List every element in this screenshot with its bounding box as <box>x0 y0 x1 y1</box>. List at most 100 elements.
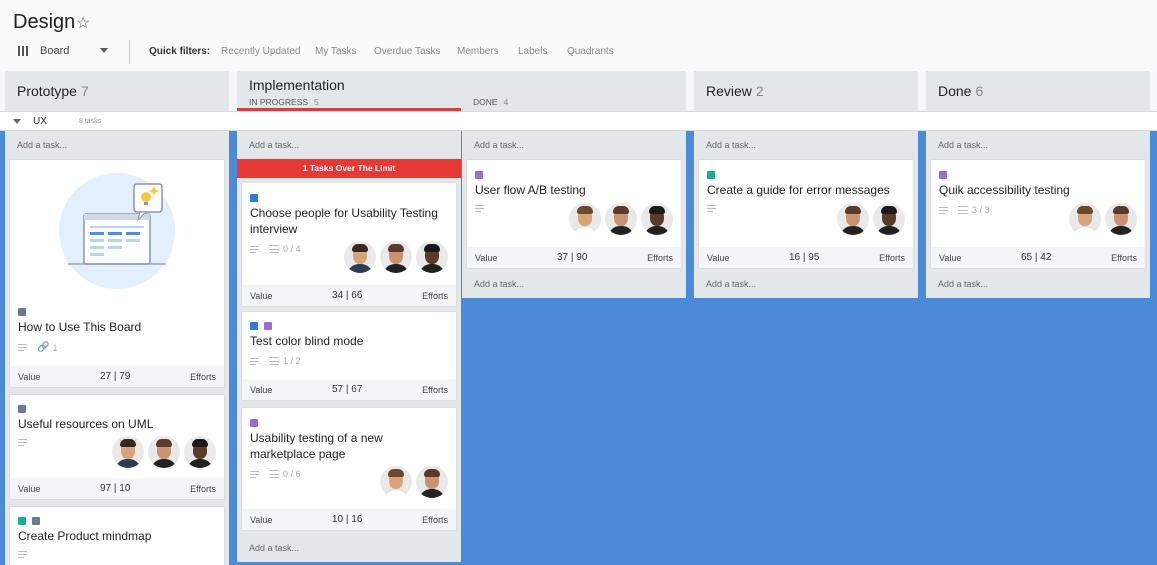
add-task-link[interactable]: Add a task... <box>249 140 299 150</box>
task-card-how-to[interactable]: How to Use This Board 🔗 1 Value 27 | 79 … <box>10 160 224 387</box>
view-select-label: Board <box>40 45 70 57</box>
value-label: Value <box>250 515 273 525</box>
column-name: Prototype <box>17 83 77 99</box>
add-task-link[interactable]: Add a task... <box>706 140 756 150</box>
task-card-error-guide[interactable]: Create a guide for error messages Value … <box>699 160 913 268</box>
filter-labels[interactable]: Labels <box>518 46 547 57</box>
filter-members[interactable]: Members <box>457 46 499 57</box>
add-task-link[interactable]: Add a task... <box>474 279 524 289</box>
efforts-label: Efforts <box>879 253 905 263</box>
task-card-uml[interactable]: Useful resources on UML Value 97 | 10 Ef… <box>10 395 224 499</box>
task-card-mindmap[interactable]: Create Product mindmap <box>10 507 224 565</box>
attachment-count: 1 <box>52 342 58 353</box>
chevron-down-icon[interactable] <box>100 48 108 53</box>
label-tag <box>707 171 715 179</box>
column-name: Done <box>938 83 972 99</box>
column-header-implementation[interactable]: Implementation IN PROGRESS 5 DONE 4 <box>237 71 686 111</box>
description-icon <box>18 551 27 558</box>
card-footer: Value 97 | 10 Efforts <box>10 478 224 499</box>
divider <box>129 40 130 64</box>
add-task-link[interactable]: Add a task... <box>938 140 988 150</box>
checklist-count: 3 / 3 <box>972 205 990 215</box>
swimlane-header[interactable]: UX 8 tasks <box>0 111 1157 131</box>
description-icon <box>707 205 716 212</box>
task-card-choose-people[interactable]: Choose people for Usability Testing inte… <box>242 183 456 306</box>
attachment-icon: 🔗 <box>37 342 50 353</box>
filter-quadrants[interactable]: Quadrants <box>567 46 614 57</box>
value-label: Value <box>18 372 41 382</box>
filter-my-tasks[interactable]: My Tasks <box>315 46 357 57</box>
avatar[interactable] <box>148 436 180 468</box>
column-header-review[interactable]: Review 2 <box>694 71 918 111</box>
value-label: Value <box>475 253 498 263</box>
avatar[interactable] <box>344 241 376 273</box>
task-title: User flow A/B testing <box>475 183 586 197</box>
filter-recently-updated[interactable]: Recently Updated <box>221 46 301 57</box>
avatar[interactable] <box>1069 203 1101 235</box>
description-icon <box>475 205 484 212</box>
avatar[interactable] <box>641 203 673 235</box>
column-count: 7 <box>80 83 89 99</box>
task-title: Create Product mindmap <box>18 529 152 543</box>
task-title: Usability testing of a new marketplace p… <box>250 431 383 461</box>
page-title: Design <box>13 11 76 33</box>
task-card-marketplace[interactable]: Usability testing of a new marketplace p… <box>242 408 456 530</box>
efforts-label: Efforts <box>190 484 216 494</box>
task-card-accessibility[interactable]: Quik accessibility testing 3 / 3 Value 6… <box>931 160 1145 268</box>
avatar[interactable] <box>380 241 412 273</box>
column-header-prototype[interactable]: Prototype 7 <box>5 71 229 111</box>
efforts-label: Efforts <box>422 515 448 525</box>
label-tag <box>250 419 258 427</box>
task-card-color-blind[interactable]: Test color blind mode 1 / 2 Value 57 | 6… <box>242 312 456 400</box>
board-icon <box>18 46 30 56</box>
label-tag <box>475 171 483 179</box>
view-select[interactable]: Board <box>18 45 69 57</box>
efforts-label: Efforts <box>1111 253 1137 263</box>
avatar[interactable] <box>416 241 448 273</box>
star-icon[interactable]: ☆ <box>76 13 90 33</box>
avatar[interactable] <box>1105 203 1137 235</box>
label-tag <box>18 405 26 413</box>
add-task-link[interactable]: Add a task... <box>17 140 67 150</box>
value-efforts: 37 | 90 <box>557 252 588 263</box>
add-task-link[interactable]: Add a task... <box>938 279 988 289</box>
avatar[interactable] <box>569 203 601 235</box>
column-count: 6 <box>975 83 984 99</box>
avatar[interactable] <box>380 466 412 498</box>
label-tag <box>32 517 40 525</box>
filter-overdue-tasks[interactable]: Overdue Tasks <box>374 46 441 57</box>
checklist-icon <box>958 206 968 214</box>
subcolumn-done[interactable]: DONE 4 <box>473 97 508 107</box>
task-card-ab-testing[interactable]: User flow A/B testing Value 37 | 90 Effo… <box>467 160 681 268</box>
avatar[interactable] <box>184 436 216 468</box>
avatar[interactable] <box>873 203 905 235</box>
description-icon <box>939 206 948 214</box>
value-efforts: 57 | 67 <box>332 384 363 395</box>
avatar[interactable] <box>837 203 869 235</box>
task-title: Quik accessibility testing <box>939 183 1070 197</box>
collapse-icon[interactable] <box>13 119 21 124</box>
add-task-link[interactable]: Add a task... <box>474 140 524 150</box>
description-icon <box>250 245 259 253</box>
column-header-done[interactable]: Done 6 <box>926 71 1150 111</box>
checklist-icon <box>269 245 279 253</box>
avatar[interactable] <box>112 436 144 468</box>
card-footer: Value 37 | 90 Efforts <box>467 247 681 268</box>
lightbulb-icon <box>59 173 175 289</box>
description-icon <box>18 439 27 446</box>
value-efforts: 16 | 95 <box>789 252 820 263</box>
avatar[interactable] <box>605 203 637 235</box>
add-task-link[interactable]: Add a task... <box>706 279 756 289</box>
value-label: Value <box>250 291 273 301</box>
add-task-link[interactable]: Add a task... <box>249 543 299 553</box>
card-footer: Value 27 | 79 Efforts <box>10 366 224 387</box>
card-footer: Value 10 | 16 Efforts <box>242 509 456 530</box>
avatar[interactable] <box>416 466 448 498</box>
card-footer: Value 65 | 42 Efforts <box>931 247 1145 268</box>
label-tag <box>18 517 26 525</box>
checklist-count: 1 / 2 <box>283 356 301 366</box>
column-name: Review <box>706 83 752 99</box>
card-footer: Value 16 | 95 Efforts <box>699 247 913 268</box>
subcolumn-in-progress[interactable]: IN PROGRESS 5 <box>249 97 319 107</box>
checklist-count: 0 / 4 <box>283 244 301 254</box>
